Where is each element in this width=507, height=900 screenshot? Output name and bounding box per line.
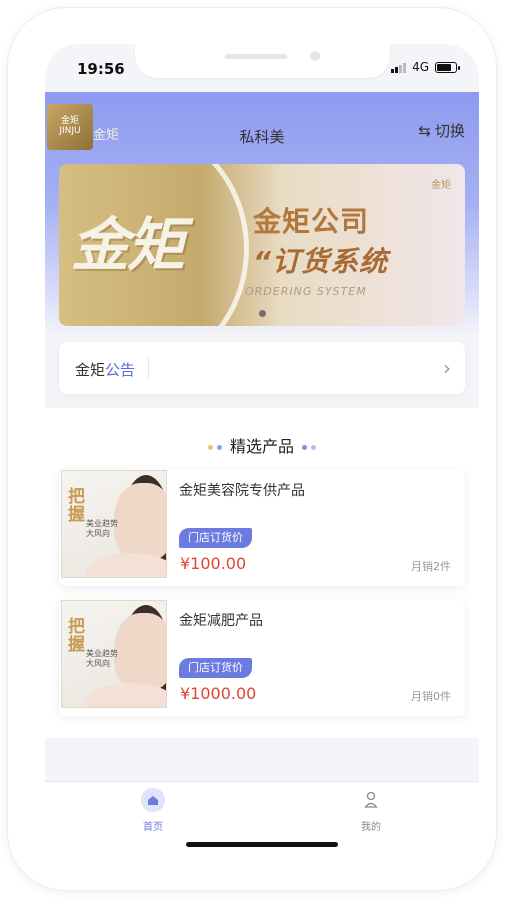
swap-icon: ⇆ <box>418 121 431 140</box>
announcement-title: 金矩公告 <box>75 359 135 380</box>
status-indicators: 4G <box>391 60 460 74</box>
monthly-sales: 月销2件 <box>411 560 451 573</box>
price-type-badge: 门店订货价 <box>179 528 252 548</box>
carousel-indicator[interactable] <box>259 310 266 317</box>
section-title: 精选产品 <box>229 437 294 456</box>
announcement-bar[interactable]: 金矩公告 › <box>59 342 465 394</box>
thumb-subtitle: 美业趋势 大风向 <box>86 519 118 539</box>
section-title-row: 精选产品 <box>45 433 479 457</box>
switch-label: 切换 <box>434 122 465 140</box>
top-nav: 金矩 JINJU 金矩 私科美 ⇆ 切换 <box>45 92 479 150</box>
product-price: ¥1000.00 <box>180 684 257 703</box>
product-thumbnail[interactable]: 把握 美业趋势 大风向 <box>61 600 167 708</box>
phone-frame: 19:56 4G 金矩 JINJU 金矩 私科美 ⇆ 切换 金矩 金矩 金矩公司 … <box>8 8 496 890</box>
page-title: 私科美 <box>239 128 285 146</box>
thumb-shoulder <box>86 553 166 577</box>
price-type-badge: 门店订货价 <box>179 658 252 678</box>
device-notch <box>135 44 390 78</box>
product-card[interactable]: 把握 美业趋势 大风向 金矩减肥产品 门店订货价 ¥1000.00 月销0件 <box>59 600 465 716</box>
signal-icon <box>391 62 407 73</box>
battery-icon <box>435 61 460 73</box>
decor-dot-icon <box>216 445 222 450</box>
app-screen: 19:56 4G 金矩 JINJU 金矩 私科美 ⇆ 切换 金矩 金矩 金矩公司 … <box>45 44 479 864</box>
thumb-headline: 把握 <box>68 487 85 525</box>
monthly-sales: 月销0件 <box>411 690 451 703</box>
banner-big-text: 金矩 <box>71 211 185 279</box>
banner-company: 金矩公司 <box>253 205 370 238</box>
product-card[interactable]: 把握 美业趋势 大风向 金矩美容院专供产品 门店订货价 ¥100.00 月销2件 <box>59 470 465 586</box>
speaker <box>225 54 287 59</box>
tab-mine[interactable]: 我的 <box>331 788 411 833</box>
bottom-tab-bar: 首页 我的 <box>45 781 479 864</box>
product-thumbnail[interactable]: 把握 美业趋势 大风向 <box>61 470 167 578</box>
product-name: 金矩美容院专供产品 <box>179 483 305 499</box>
thumb-headline: 把握 <box>68 617 85 655</box>
tab-home[interactable]: 首页 <box>113 788 193 833</box>
featured-products-section: 精选产品 把握 美业趋势 大风向 金矩美容院专供产品 门店订货价 ¥100.00 … <box>45 408 479 738</box>
status-time: 19:56 <box>77 60 125 78</box>
tab-home-label: 首页 <box>143 822 163 833</box>
announcement-prefix: 金矩 <box>75 361 106 379</box>
announcement-highlight: 公告 <box>105 361 136 379</box>
promo-banner[interactable]: 金矩 金矩 金矩公司 “订货系统 ORDERING SYSTEM <box>59 164 465 326</box>
decor-dot-icon <box>207 445 213 450</box>
product-name: 金矩减肥产品 <box>179 613 263 629</box>
thumb-face <box>114 483 166 561</box>
product-price: ¥100.00 <box>180 554 247 573</box>
decor-dot-icon <box>302 445 307 450</box>
camera <box>310 51 320 61</box>
user-icon <box>359 788 383 812</box>
thumb-subtitle: 美业趋势 大风向 <box>86 649 118 669</box>
decor-dot-icon <box>311 445 316 450</box>
banner-system: “订货系统 <box>253 245 389 278</box>
network-label: 4G <box>412 60 429 74</box>
switch-button[interactable]: ⇆ 切换 <box>418 120 465 141</box>
chevron-right-icon[interactable]: › <box>443 356 451 380</box>
announcement-divider <box>148 357 149 379</box>
thumb-shoulder <box>86 683 166 707</box>
banner-english: ORDERING SYSTEM <box>245 285 367 298</box>
banner-logo: 金矩 <box>431 180 451 191</box>
home-indicator <box>186 842 338 847</box>
thumb-face <box>114 613 166 691</box>
home-icon <box>141 788 165 812</box>
tab-mine-label: 我的 <box>361 822 381 833</box>
